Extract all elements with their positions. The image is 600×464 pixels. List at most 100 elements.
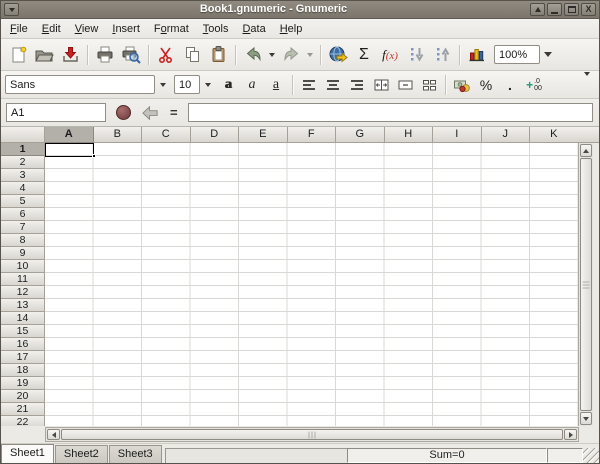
menu-view[interactable]: View [68, 21, 106, 37]
cancel-icon[interactable] [116, 105, 131, 120]
formula-entry[interactable] [188, 103, 593, 122]
scroll-up-icon[interactable] [580, 144, 592, 157]
horizontal-scrollbar[interactable] [45, 427, 579, 442]
row-header-19[interactable]: 19 [1, 377, 44, 390]
redo-button[interactable] [279, 43, 303, 67]
cells-area[interactable] [45, 143, 578, 426]
resize-grip-icon[interactable] [583, 448, 599, 463]
horizontal-scroll-thumb[interactable] [61, 429, 563, 440]
undo-dropdown-icon[interactable] [269, 53, 275, 57]
cell-name-box[interactable] [6, 103, 106, 122]
row-header-13[interactable]: 13 [1, 299, 44, 312]
row-header-14[interactable]: 14 [1, 312, 44, 325]
equals-button[interactable]: = [165, 105, 183, 120]
menu-tools[interactable]: Tools [196, 21, 236, 37]
function-button[interactable]: f(x) [378, 43, 402, 67]
menu-file[interactable]: File [3, 21, 35, 37]
row-header-2[interactable]: 2 [1, 156, 44, 169]
row-header-21[interactable]: 21 [1, 403, 44, 416]
column-header-I[interactable]: I [433, 127, 482, 143]
zoom-dropdown-icon[interactable] [540, 45, 556, 64]
column-header-C[interactable]: C [142, 127, 191, 143]
row-header-20[interactable]: 20 [1, 390, 44, 403]
sort-descending-button[interactable] [404, 43, 428, 67]
print-button[interactable] [93, 43, 117, 67]
row-header-11[interactable]: 11 [1, 273, 44, 286]
row-header-4[interactable]: 4 [1, 182, 44, 195]
redo-dropdown-icon[interactable] [307, 53, 313, 57]
new-file-button[interactable] [6, 43, 30, 67]
toolbar-overflow-icon[interactable] [581, 76, 593, 94]
font-name-dropdown-icon[interactable] [155, 75, 171, 94]
merge-cells-button[interactable] [394, 74, 416, 96]
column-header-K[interactable]: K [530, 127, 578, 143]
sheet-tab-sheet1[interactable]: Sheet1 [1, 444, 54, 463]
vertical-scrollbar[interactable] [578, 143, 593, 426]
close-icon[interactable]: X [581, 3, 596, 16]
row-header-5[interactable]: 5 [1, 195, 44, 208]
fill-handle[interactable] [92, 154, 96, 158]
font-name-input[interactable]: Sans [5, 75, 155, 94]
row-header-9[interactable]: 9 [1, 247, 44, 260]
scroll-down-icon[interactable] [580, 412, 592, 425]
row-header-18[interactable]: 18 [1, 364, 44, 377]
sum-button[interactable]: Σ [352, 43, 376, 67]
row-header-17[interactable]: 17 [1, 351, 44, 364]
format-money-button[interactable] [451, 74, 473, 96]
row-header-12[interactable]: 12 [1, 286, 44, 299]
italic-button[interactable]: a [241, 74, 263, 96]
open-button[interactable] [32, 43, 56, 67]
column-header-A[interactable]: A [45, 127, 94, 143]
scroll-left-icon[interactable] [47, 429, 60, 440]
column-header-E[interactable]: E [239, 127, 288, 143]
cut-button[interactable] [154, 43, 178, 67]
enter-icon[interactable] [141, 105, 161, 121]
paste-button[interactable] [206, 43, 230, 67]
hyperlink-button[interactable] [326, 43, 350, 67]
column-header-H[interactable]: H [385, 127, 434, 143]
row-header-3[interactable]: 3 [1, 169, 44, 182]
row-header-10[interactable]: 10 [1, 260, 44, 273]
sheet-tab-sheet3[interactable]: Sheet3 [109, 445, 162, 463]
row-header-15[interactable]: 15 [1, 325, 44, 338]
align-center-button[interactable] [322, 74, 344, 96]
select-all-corner[interactable] [1, 127, 45, 143]
maximize-icon[interactable] [564, 3, 579, 16]
bold-button[interactable]: a [217, 74, 239, 96]
menu-insert[interactable]: Insert [105, 21, 147, 37]
zoom-input[interactable]: 100% [494, 45, 540, 64]
window-menu-icon[interactable] [4, 3, 19, 16]
column-header-D[interactable]: D [191, 127, 240, 143]
increase-decimals-button[interactable]: + .000 [523, 74, 545, 96]
row-header-6[interactable]: 6 [1, 208, 44, 221]
menu-edit[interactable]: Edit [35, 21, 68, 37]
row-header-1[interactable]: 1 [1, 143, 44, 156]
chart-button[interactable] [465, 43, 489, 67]
row-header-16[interactable]: 16 [1, 338, 44, 351]
save-button[interactable] [58, 43, 82, 67]
vertical-scroll-thumb[interactable] [580, 158, 592, 411]
row-header-22[interactable]: 22 [1, 416, 44, 426]
underline-button[interactable]: a [265, 74, 287, 96]
minimize-icon[interactable] [547, 3, 562, 16]
menu-help[interactable]: Help [273, 21, 310, 37]
scroll-right-icon[interactable] [564, 429, 577, 440]
align-right-button[interactable] [346, 74, 368, 96]
center-across-selection-button[interactable] [370, 74, 392, 96]
sort-ascending-button[interactable] [430, 43, 454, 67]
column-header-B[interactable]: B [94, 127, 143, 143]
align-left-button[interactable] [298, 74, 320, 96]
undo-button[interactable] [241, 43, 265, 67]
font-size-input[interactable]: 10 [174, 75, 200, 94]
split-cells-button[interactable] [418, 74, 440, 96]
column-header-J[interactable]: J [482, 127, 531, 143]
format-percent-button[interactable]: % [475, 74, 497, 96]
sheet-tab-sheet2[interactable]: Sheet2 [55, 445, 108, 463]
shade-icon[interactable] [530, 3, 545, 16]
menu-format[interactable]: Format [147, 21, 196, 37]
column-header-G[interactable]: G [336, 127, 385, 143]
print-preview-button[interactable] [119, 43, 143, 67]
row-header-7[interactable]: 7 [1, 221, 44, 234]
menu-data[interactable]: Data [235, 21, 272, 37]
copy-button[interactable] [180, 43, 204, 67]
